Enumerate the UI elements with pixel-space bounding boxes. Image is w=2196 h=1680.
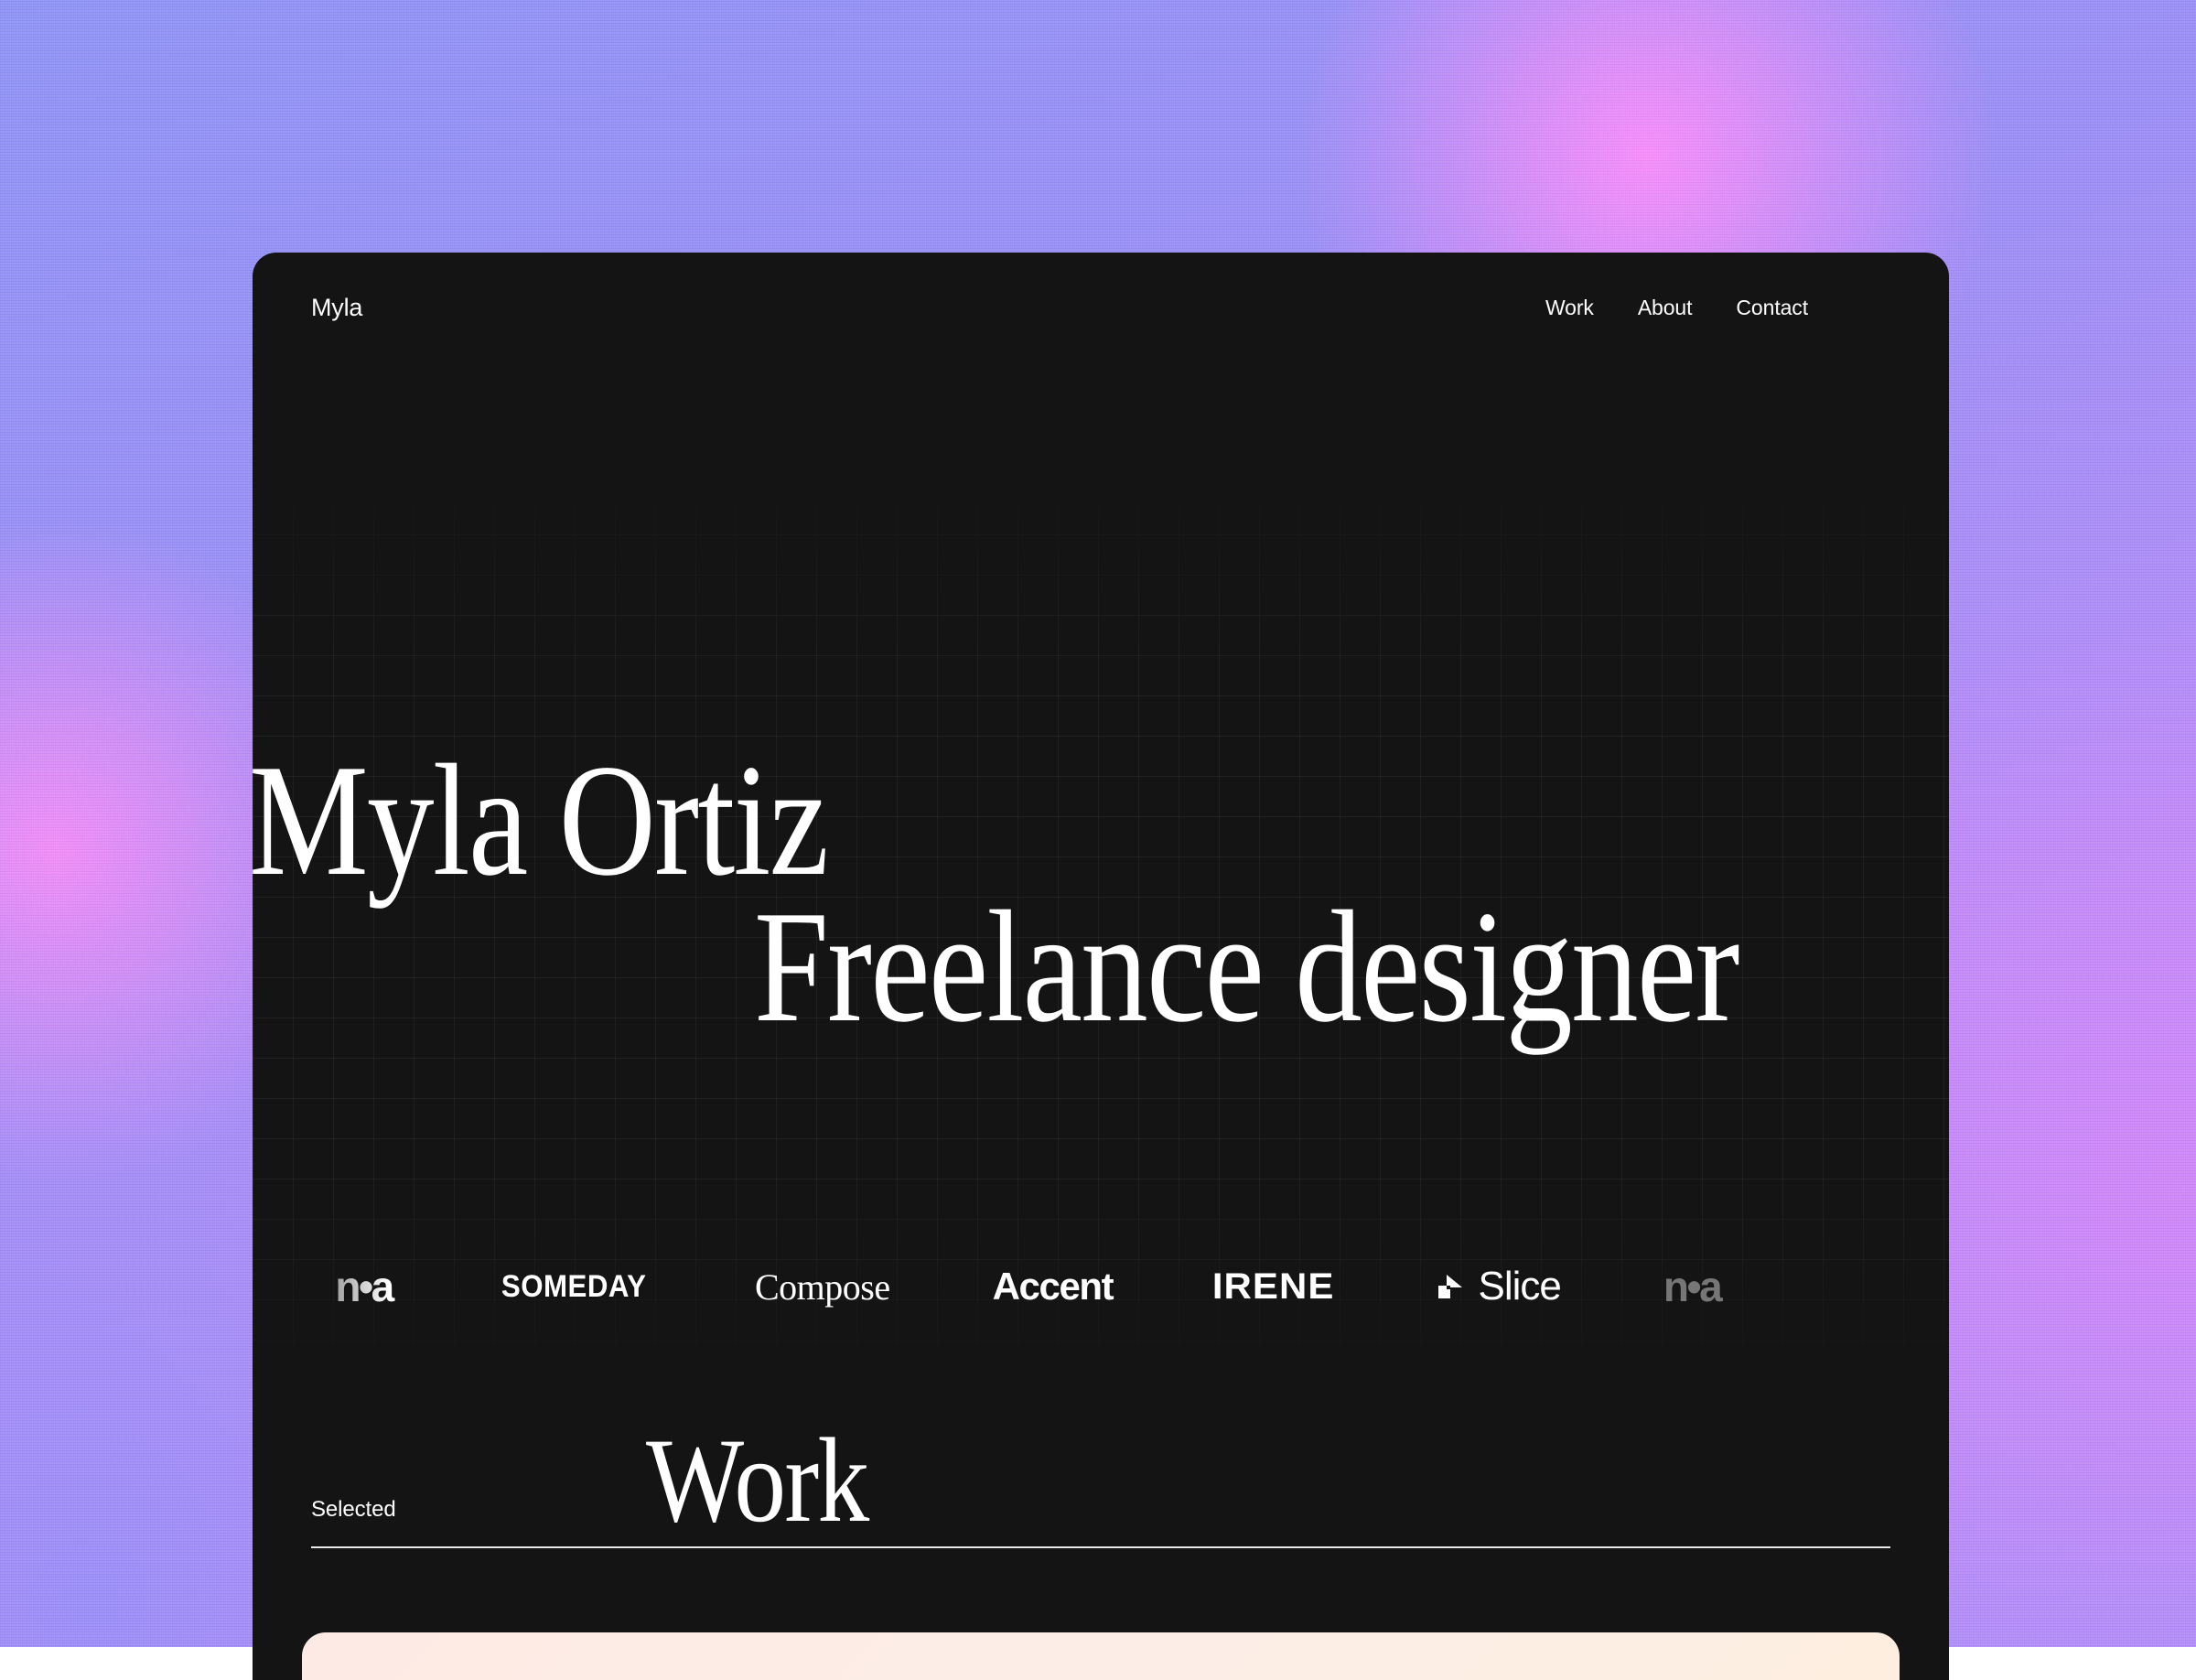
brand-logo[interactable]: Myla — [311, 294, 362, 322]
client-logo-label: SOMEDAY — [501, 1269, 647, 1305]
client-logo-marquee: Slicen•aSOMEDAYComposeAccentIRENESlicen•… — [253, 1236, 1949, 1337]
client-logo-label: IRENE — [1212, 1266, 1335, 1308]
section-divider — [311, 1546, 1890, 1548]
client-logo-accent: Accent — [993, 1265, 1114, 1308]
nav-link-contact[interactable]: Contact — [1736, 296, 1808, 320]
primary-nav: Work About Contact — [1545, 296, 1890, 320]
client-logo-label: n•a — [1663, 1262, 1720, 1311]
project-card[interactable]: J—Ø Work About Contact — [302, 1632, 1900, 1680]
hero-headline-role: Freelance designer — [754, 893, 1738, 1040]
site-header: Myla Work About Contact — [253, 253, 1949, 362]
client-logo-slice: Slice — [1435, 1264, 1561, 1309]
client-logo-label: Accent — [993, 1265, 1114, 1308]
client-logo-label: n•a — [335, 1262, 392, 1311]
site-panel: Myla Work About Contact Myla Ortiz Freel… — [253, 253, 1949, 1680]
section-eyebrow: Selected — [311, 1497, 396, 1523]
client-logo-label: Compose — [755, 1265, 890, 1308]
marquee-track: Slicen•aSOMEDAYComposeAccentIRENESlicen•… — [253, 1236, 1720, 1337]
hero-headline-name: Myla Ortiz — [253, 747, 827, 894]
selected-work-heading: Selected Work — [253, 1433, 1949, 1552]
client-logo-compose: Compose — [755, 1265, 890, 1308]
nav-link-about[interactable]: About — [1638, 296, 1693, 320]
client-logo-n-a: n•a — [1663, 1262, 1720, 1311]
client-logo-someday: SOMEDAY — [495, 1269, 652, 1305]
client-logo-label: Slice — [1479, 1264, 1561, 1309]
client-logo-n-a: n•a — [335, 1262, 392, 1311]
nav-link-work[interactable]: Work — [1545, 296, 1594, 320]
client-logo-irene: IRENE — [1215, 1266, 1331, 1308]
slice-mark-icon — [1435, 1271, 1466, 1302]
section-title: Work — [646, 1420, 868, 1541]
